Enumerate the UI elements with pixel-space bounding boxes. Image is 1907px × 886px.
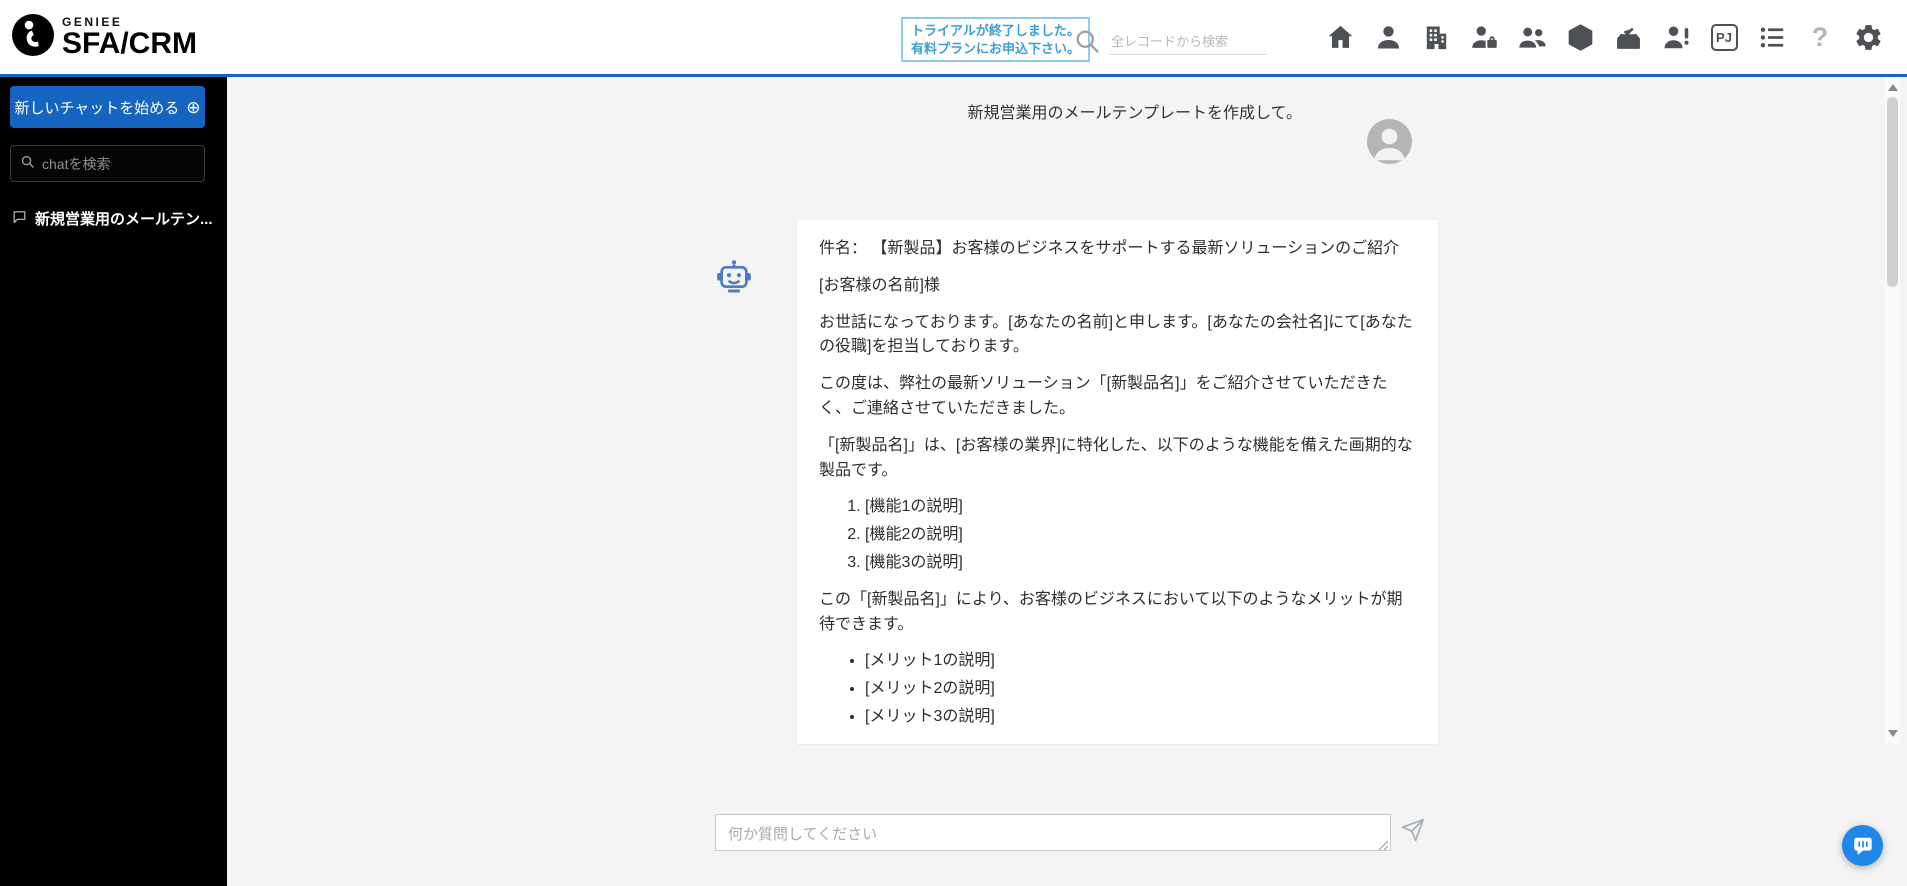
header-nav: PJ ? [1322,12,1886,62]
scrollbar-thumb[interactable] [1887,97,1898,287]
chat-history-item-label: 新規営業用のメールテン... [35,211,213,228]
feature-item: [機能3の説明] [865,551,1416,576]
email-closing: お客様のビジネスに最適なソリューションを提供できると確信しております。ぜひ、お気… [819,742,1416,744]
geniee-logo[interactable]: GENIEE SFA/CRM [12,14,197,61]
new-chat-button[interactable]: 新しいチャットを始める ⊕ [10,86,205,128]
support-chat-widget-button[interactable] [1842,825,1883,866]
chat-main-area: 新規営業用のメールテンプレートを作成して。 件名： 【新製品】お客様のビジネスを… [227,77,1907,886]
email-greeting: [お客様の名前]様 [819,276,940,294]
home-icon[interactable] [1322,12,1358,62]
merit-item: [メリット1の説明] [865,649,1416,674]
settings-gear-icon[interactable] [1850,12,1886,62]
feature-item: [機能2の説明] [865,523,1416,548]
trial-expired-notice[interactable]: トライアルが終了しました。 有料プランにお申込下さい。 [901,17,1091,63]
trial-notice-line1: トライアルが終了しました。 [911,23,1080,38]
global-search [1073,27,1267,55]
email-intro: お世話になっております。[あなたの名前]と申します。[あなたの会社名]にて[あな… [819,313,1413,356]
brand-text: GENIEE SFA/CRM [62,14,197,59]
alert-person-icon[interactable] [1658,12,1694,62]
project-icon-label: PJ [1710,23,1738,51]
contact-icon[interactable] [1370,12,1406,62]
team-icon[interactable] [1514,12,1550,62]
bot-robot-icon [714,258,754,298]
chat-search [10,145,205,182]
sales-person-icon[interactable] [1466,12,1502,62]
merit-item: [メリット3の説明] [865,705,1416,730]
resize-handle-icon[interactable] [1378,838,1389,851]
chat-history-list: 新規営業用のメールテン... [0,199,227,238]
trial-notice-line2: 有料プランにお申込下さい。 [911,40,1081,56]
chat-scrollbar[interactable] [1885,77,1900,744]
help-icon[interactable]: ? [1802,12,1838,62]
chat-history-item[interactable]: 新規営業用のメールテン... [0,199,227,238]
chat-sidebar: 新しいチャットを始める ⊕ 新規営業用のメールテン... [0,77,227,886]
assistant-message-card: 件名： 【新製品】お客様のビジネスをサポートする最新ソリューションのご紹介 [お… [797,220,1438,744]
email-merit-intro: この「[新製品名]」により、お客様のビジネスにおいて以下のようなメリットが期待で… [819,590,1403,633]
geniee-logo-icon [12,14,54,61]
composer [715,814,1391,851]
merit-item: [メリット2の説明] [865,677,1416,702]
user-avatar [1367,119,1412,164]
app-header: GENIEE SFA/CRM トライアルが終了しました。 有料プランにお申込下さ… [0,0,1907,77]
new-chat-button-label: 新しいチャットを始める [14,99,180,117]
chat-bubble-icon [12,209,27,229]
global-search-input[interactable] [1109,29,1267,55]
plus-circle-icon: ⊕ [186,97,201,117]
user-message: 新規営業用のメールテンプレートを作成して。 [967,105,1302,122]
search-icon[interactable] [1073,27,1101,55]
list-icon[interactable] [1754,12,1790,62]
brand-main-label: SFA/CRM [62,27,197,61]
chat-search-input[interactable] [42,155,195,172]
email-purpose: この度は、弊社の最新ソリューション「[新製品名]」をご紹介させていただきたく、ご… [819,375,1388,417]
approval-box-icon[interactable] [1610,12,1646,62]
project-icon[interactable]: PJ [1706,12,1742,62]
feature-item: [機能1の説明] [865,495,1416,520]
email-subject-line: 件名： 【新製品】お客様のビジネスをサポートする最新ソリューションのご紹介 [819,240,1400,257]
scroll-down-arrow[interactable] [1885,726,1900,741]
feature-list: [機能1の説明] [機能2の説明] [機能3の説明] [819,495,1416,575]
company-icon[interactable] [1418,12,1454,62]
composer-input[interactable] [715,814,1391,851]
merit-list: [メリット1の説明] [メリット2の説明] [メリット3の説明] [819,649,1416,729]
send-button[interactable] [1398,816,1426,844]
product-icon[interactable] [1562,12,1598,62]
email-product-desc: 「[新製品名]」は、[お客様の業界]に特化した、以下のような機能を備えた画期的な… [819,436,1413,479]
help-icon-label: ? [1811,21,1829,52]
search-icon [20,154,35,174]
scroll-up-arrow[interactable] [1885,80,1900,95]
